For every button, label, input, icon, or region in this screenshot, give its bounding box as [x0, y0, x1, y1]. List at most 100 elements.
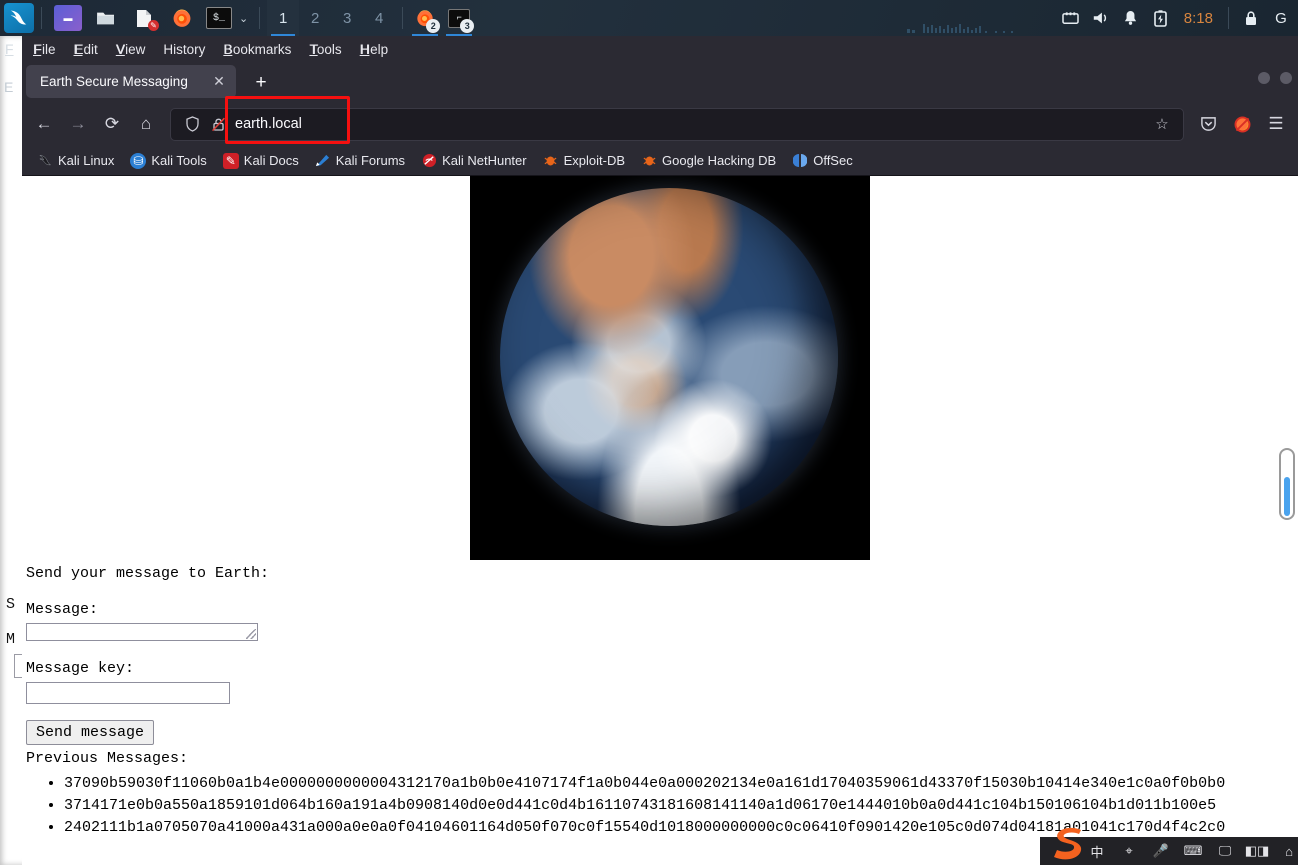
tab-title: Earth Secure Messaging [40, 74, 188, 89]
offsec-icon [792, 153, 808, 169]
earth-globe [500, 188, 838, 526]
dock-layout-icon[interactable]: ◧◨ [1245, 842, 1270, 860]
bookmark-kali-linux[interactable]: Kali Linux [30, 150, 121, 172]
menu-view[interactable]: VView [107, 39, 155, 60]
menu-help[interactable]: HHelp [351, 39, 398, 60]
workspace-3[interactable]: 3 [331, 0, 363, 36]
dock-pointer-icon[interactable]: ⌖ [1120, 842, 1138, 860]
launcher-chevron-down-icon[interactable]: ⌄ [239, 12, 248, 25]
notifications-icon[interactable] [1116, 0, 1146, 36]
page-heading: Send your message to Earth: [26, 565, 270, 582]
address-bar[interactable]: earth.local ☆ [170, 95, 1184, 144]
message-key-label: Message key: [26, 659, 135, 677]
message-textarea[interactable] [26, 622, 258, 641]
tab-earth-secure-messaging[interactable]: Earth Secure Messaging ✕ [26, 65, 236, 98]
tab-bar: Earth Secure Messaging ✕ + [22, 62, 1298, 102]
window-controls[interactable] [1258, 72, 1292, 84]
battery-glyph [1154, 9, 1168, 27]
pocket-save-icon[interactable] [1192, 108, 1224, 140]
bookmark-star-icon[interactable]: ☆ [1149, 115, 1175, 133]
dock-logo-icon[interactable] [1043, 824, 1087, 862]
close-icon[interactable]: ✕ [208, 71, 230, 93]
home-button[interactable]: ⌂ [130, 108, 162, 140]
lock-screen-icon[interactable] [1236, 0, 1266, 36]
dock-display-icon[interactable]: 🖵 [1216, 842, 1234, 860]
bookmarks-toolbar: Kali Linux ⛁ Kali Tools ✎ Kali Docs Kali… [22, 146, 1298, 176]
extension-icon[interactable] [1226, 108, 1258, 140]
bookmark-label: Exploit-DB [563, 153, 626, 168]
kali-nethunter-icon [421, 153, 437, 169]
message-form-section: Send your message to Earth: Message: Mes… [26, 564, 1225, 838]
dock-home-icon[interactable]: ⌂ [1280, 842, 1298, 860]
shield-icon[interactable] [179, 111, 205, 137]
workspace-4[interactable]: 4 [363, 0, 395, 36]
task-terminal-window[interactable]: ⌐ 3 [444, 0, 475, 36]
network-icon[interactable] [1056, 0, 1086, 36]
network-glyph [1062, 11, 1080, 24]
url-text[interactable]: earth.local [235, 116, 302, 132]
lock-broken-icon[interactable] [205, 111, 231, 137]
slider-fill [1284, 477, 1290, 516]
bookmark-google-hacking-db[interactable]: Google Hacking DB [634, 150, 783, 172]
launcher-terminal-purple[interactable]: ▬ [54, 5, 82, 31]
menu-tools[interactable]: TTools [300, 39, 350, 60]
toolbar-right-controls: ☰ [1192, 108, 1292, 140]
resize-grip-icon[interactable] [246, 628, 256, 639]
workspace-2[interactable]: 2 [299, 0, 331, 36]
extension-glyph [1234, 116, 1250, 132]
google-hacking-db-icon [641, 153, 657, 169]
minimize-button[interactable] [1258, 72, 1270, 84]
exploit-db-icon [543, 153, 559, 169]
bookmark-exploit-db[interactable]: Exploit-DB [536, 150, 632, 172]
background-tab-label[interactable]: E [4, 79, 13, 95]
forward-button[interactable]: → [62, 108, 94, 140]
bell-glyph [1125, 10, 1137, 25]
page-volume-slider[interactable] [1279, 448, 1295, 520]
taskbar-activity-graph [907, 24, 1013, 33]
maximize-button[interactable] [1280, 72, 1292, 84]
bookmark-kali-nethunter[interactable]: Kali NetHunter [414, 150, 534, 172]
navigation-toolbar: ← → ⟳ ⌂ earth.local ☆ ☰ [22, 95, 1298, 146]
bookmark-label: Kali Linux [58, 153, 115, 168]
task-firefox-window[interactable]: 2 [410, 0, 441, 36]
message-label: Message: [26, 601, 99, 619]
background-menu-file[interactable]: F [5, 41, 14, 57]
send-message-button[interactable]: Send message [26, 719, 155, 745]
task-firefox-badge: 2 [426, 19, 441, 33]
menu-edit[interactable]: EEdit [65, 39, 107, 60]
bookmark-kali-tools[interactable]: ⛁ Kali Tools [123, 150, 213, 172]
bookmark-offsec[interactable]: OffSec [785, 150, 860, 172]
app-menu-button[interactable]: ☰ [1260, 108, 1292, 140]
menu-history[interactable]: History [154, 39, 214, 60]
kali-menu-button[interactable] [4, 3, 34, 33]
workspace-1[interactable]: 1 [267, 0, 300, 36]
battery-icon[interactable] [1146, 0, 1176, 36]
launcher-terminal[interactable]: $_ [206, 7, 232, 29]
reload-button[interactable]: ⟳ [96, 108, 128, 140]
bookmark-label: Kali Docs [243, 153, 299, 168]
taskbar-separator-4 [1228, 7, 1229, 29]
back-button[interactable]: ← [28, 108, 60, 140]
clock[interactable]: 8:18 [1176, 10, 1221, 27]
kali-dragon-icon [10, 10, 27, 25]
session-menu-icon[interactable]: G [1266, 0, 1296, 36]
launcher-text-editor[interactable]: ✎ [130, 5, 159, 31]
menu-bar: FFile EEdit VView History BBookmarks TTo… [22, 36, 1298, 62]
kali-docs-icon: ✎ [222, 152, 239, 169]
message-key-input[interactable] [26, 681, 230, 704]
bookmark-kali-forums[interactable]: Kali Forums [308, 150, 412, 172]
dock-ime-icon[interactable]: 中 [1088, 842, 1106, 860]
background-text-s: S [6, 596, 16, 613]
volume-icon[interactable] [1086, 0, 1116, 36]
dock-microphone-icon[interactable]: 🎤 [1152, 842, 1170, 860]
bookmark-label: Kali NetHunter [442, 153, 527, 168]
menu-file[interactable]: FFile [24, 39, 65, 60]
new-tab-button[interactable]: + [246, 68, 276, 98]
bookmark-label: Google Hacking DB [662, 153, 777, 168]
bookmark-kali-docs[interactable]: ✎ Kali Docs [216, 150, 306, 172]
launcher-firefox[interactable] [168, 5, 196, 31]
menu-bookmarks[interactable]: BBookmarks [214, 39, 300, 60]
volume-glyph [1093, 12, 1106, 24]
launcher-file-manager[interactable] [92, 5, 120, 31]
dock-keyboard-icon[interactable]: ⌨ [1184, 842, 1203, 860]
